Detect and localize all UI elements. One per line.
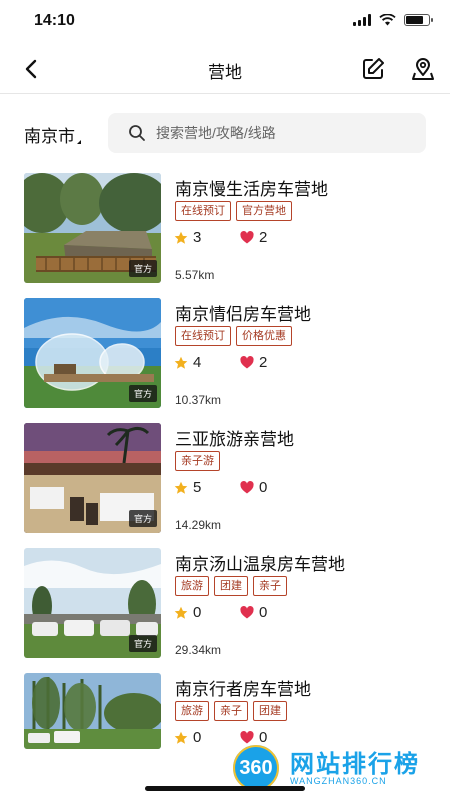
official-badge: 官方	[128, 510, 157, 527]
rating-stat: 5	[174, 479, 240, 496]
rating-count: 3	[193, 229, 202, 246]
like-count: 0	[259, 479, 268, 496]
status-icons	[353, 14, 433, 26]
camp-name: 南京汤山温泉房车营地	[175, 555, 345, 574]
camp-name: 南京情侣房车营地	[175, 305, 311, 324]
edit-icon[interactable]	[360, 56, 386, 82]
watermark-title: 网站排行榜	[290, 751, 420, 778]
like-count: 0	[259, 604, 268, 621]
star-icon	[174, 606, 188, 619]
rating-count: 5	[193, 479, 202, 496]
star-icon	[174, 356, 188, 369]
stats: 4 2	[174, 354, 306, 371]
like-stat: 2	[240, 229, 306, 246]
home-indicator[interactable]	[145, 786, 305, 791]
tag: 旅游	[175, 701, 209, 721]
city-label: 南京市	[24, 127, 75, 146]
search-icon	[129, 125, 145, 141]
camp-name: 南京行者房车营地	[175, 680, 311, 699]
camp-photo: 官方	[24, 173, 161, 283]
camp-photo: 官方	[24, 548, 161, 658]
watermark-subtitle: WANGZHAN360.CN	[290, 776, 387, 786]
rating-count: 0	[193, 604, 202, 621]
rating-stat: 4	[174, 354, 240, 371]
stats: 3 2	[174, 229, 306, 246]
dropdown-caret-icon	[77, 140, 81, 144]
rating-stat: 0	[174, 604, 240, 621]
list-item[interactable]: 官方 南京情侣房车营地 在线预订 价格优惠 4 2 10.37km	[0, 298, 450, 408]
like-stat: 0	[240, 604, 306, 621]
location-pin-icon[interactable]	[410, 56, 436, 82]
distance: 29.34km	[175, 643, 222, 657]
heart-icon	[240, 231, 254, 244]
like-count: 2	[259, 229, 268, 246]
official-badge: 官方	[128, 635, 157, 652]
wifi-icon	[379, 14, 396, 26]
heart-icon	[240, 606, 254, 619]
list-item[interactable]: 官方 南京汤山温泉房车营地 旅游 团建 亲子 0 0 29.34km	[0, 548, 450, 658]
tag: 亲子	[214, 701, 248, 721]
official-badge: 官方	[128, 385, 157, 402]
star-icon	[174, 731, 188, 744]
heart-icon	[240, 481, 254, 494]
heart-icon	[240, 356, 254, 369]
search-input[interactable]	[156, 125, 416, 141]
list-item[interactable]: 官方 三亚旅游亲营地 亲子游 5 0 14.29km	[0, 423, 450, 533]
tag: 官方营地	[236, 201, 292, 221]
like-stat: 2	[240, 354, 306, 371]
tag: 团建	[214, 576, 248, 596]
distance: 5.57km	[175, 268, 215, 282]
nav-bar: 营地	[0, 44, 450, 94]
status-time: 14:10	[34, 12, 75, 29]
camp-name: 三亚旅游亲营地	[175, 430, 294, 449]
tag: 旅游	[175, 576, 209, 596]
status-bar: 14:10	[0, 0, 450, 44]
search-box[interactable]	[108, 113, 426, 153]
rating-count: 4	[193, 354, 202, 371]
camp-name: 南京慢生活房车营地	[175, 180, 328, 199]
battery-icon	[404, 14, 433, 26]
camp-photo: 官方	[24, 423, 161, 533]
official-badge: 官方	[128, 260, 157, 277]
camp-photo: 官方	[24, 298, 161, 408]
camp-photo	[24, 673, 161, 749]
tag-group: 亲子游	[175, 451, 220, 471]
list-item[interactable]: 南京行者房车营地 旅游 亲子 团建 0 0	[0, 673, 450, 749]
tag: 团建	[253, 701, 287, 721]
cellular-signal-icon	[353, 14, 371, 26]
tag: 价格优惠	[236, 326, 292, 346]
tag-group: 旅游 亲子 团建	[175, 701, 287, 721]
tag: 亲子	[253, 576, 287, 596]
tag: 在线预订	[175, 326, 231, 346]
tag-group: 在线预订 官方营地	[175, 201, 292, 221]
rating-stat: 3	[174, 229, 240, 246]
rating-count: 0	[193, 729, 202, 746]
stats: 0 0	[174, 604, 306, 621]
like-stat: 0	[240, 479, 306, 496]
tag-group: 在线预订 价格优惠	[175, 326, 292, 346]
stats: 5 0	[174, 479, 306, 496]
tag: 在线预订	[175, 201, 231, 221]
tag: 亲子游	[175, 451, 220, 471]
star-icon	[174, 481, 188, 494]
list-item[interactable]: 官方 南京慢生活房车营地 在线预订 官方营地 3 2 5.57km	[0, 173, 450, 283]
city-selector[interactable]: 南京市	[24, 122, 81, 147]
star-icon	[174, 231, 188, 244]
tag-group: 旅游 团建 亲子	[175, 576, 287, 596]
distance: 10.37km	[175, 393, 222, 407]
like-count: 2	[259, 354, 268, 371]
distance: 14.29km	[175, 518, 222, 532]
